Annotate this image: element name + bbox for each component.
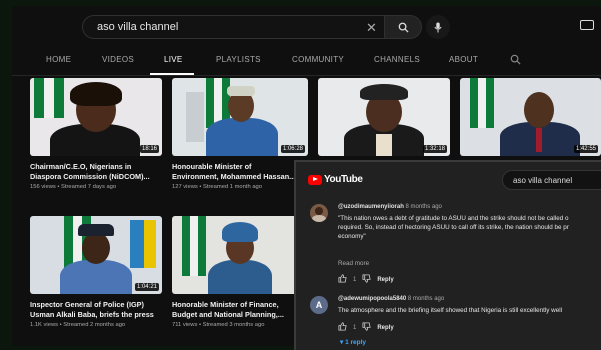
video-title[interactable]: Inspector General of Police (IGP) Usman A… — [30, 300, 154, 320]
like-count: 1 — [353, 276, 357, 283]
chevron-down-icon: ▾ — [340, 339, 344, 346]
comment-text: "This nation owes a debt of gratitude to… — [338, 215, 569, 240]
commenter-avatar[interactable] — [310, 204, 328, 222]
reply-button[interactable]: Reply — [377, 277, 393, 283]
video-meta: 127 views • Streamed 1 month ago — [172, 184, 262, 190]
video-duration: 1:04:21 — [134, 283, 159, 291]
tab-channels[interactable]: CHANNELS — [374, 55, 420, 64]
voice-search-button[interactable] — [426, 15, 450, 39]
video-title[interactable]: Honourable Minister of Environment, Moham… — [172, 162, 295, 182]
video-meta: 156 views • Streamed 7 days ago — [30, 184, 117, 190]
top-bar: aso villa channel ✕ — [12, 6, 601, 46]
dislike-button[interactable] — [362, 322, 371, 333]
tab-home[interactable]: HOME — [46, 55, 71, 64]
channel-nav: HOME VIDEOS LIVE PLAYLISTS COMMUNITY CHA… — [12, 46, 601, 76]
video-duration: 1:42:55 — [573, 145, 598, 153]
read-more-link[interactable]: Read more — [338, 260, 369, 267]
like-button[interactable] — [338, 274, 347, 285]
microphone-icon — [434, 22, 442, 32]
youtube-wordmark: YouTube — [324, 174, 363, 185]
tab-about[interactable]: ABOUT — [449, 55, 478, 64]
youtube-logo[interactable]: YouTube — [308, 174, 363, 185]
comment: A @adewumipopoola5840 8 months ago The a… — [310, 296, 600, 336]
search-button[interactable] — [384, 15, 422, 39]
comment: @uzodimaumenyiiorah 8 months ago "This n… — [310, 204, 600, 294]
video-meta: 711 views • Streamed 3 months ago — [172, 322, 265, 328]
video-title[interactable]: Honorable Minister of Finance, Budget and… — [172, 300, 284, 320]
reply-button[interactable]: Reply — [377, 325, 393, 331]
youtube-comments-overlay: YouTube aso villa channel @uzodimaumenyi… — [294, 160, 601, 350]
channel-search-icon[interactable] — [510, 54, 521, 65]
like-count: 1 — [353, 324, 357, 331]
video-duration: 18:16 — [139, 145, 159, 153]
video-thumbnail[interactable]: 1:04:21 — [30, 216, 162, 294]
video-meta: 1.1K views • Streamed 2 months ago — [30, 322, 126, 328]
create-video-icon[interactable] — [580, 20, 594, 30]
comment-actions: 1 Reply — [338, 274, 394, 285]
thumbs-up-icon — [338, 274, 347, 283]
video-thumbnail[interactable]: 1:06:28 — [172, 78, 308, 156]
tab-community[interactable]: COMMUNITY — [292, 55, 344, 64]
comment-author[interactable]: @adewumipopoola5840 8 months ago — [338, 296, 444, 302]
clear-search-icon[interactable]: ✕ — [366, 20, 377, 36]
video-title[interactable]: Chairman/C.E.O, Nigerians in Diaspora Com… — [30, 162, 150, 182]
thumbs-up-icon — [338, 322, 347, 331]
video-thumbnail[interactable]: 1:42:55 — [460, 78, 601, 156]
comment-text: The atmosphere and the briefing itself s… — [338, 307, 563, 314]
comment-author[interactable]: @uzodimaumenyiiorah 8 months ago — [338, 204, 442, 210]
video-thumbnail[interactable]: 18:16 — [30, 78, 162, 156]
video-thumbnail[interactable]: 1:32:18 — [318, 78, 450, 156]
tab-videos[interactable]: VIDEOS — [102, 55, 134, 64]
youtube-play-icon — [308, 174, 322, 185]
active-tab-indicator — [150, 73, 194, 75]
view-replies-button[interactable]: ▾ 1 reply — [340, 338, 366, 346]
like-button[interactable] — [338, 322, 347, 333]
thumbs-down-icon — [362, 274, 371, 283]
dislike-button[interactable] — [362, 274, 371, 285]
video-duration: 1:06:28 — [280, 145, 305, 153]
video-duration: 1:32:18 — [422, 145, 447, 153]
commenter-avatar[interactable]: A — [310, 296, 328, 314]
tab-live[interactable]: LIVE — [164, 55, 183, 64]
thumbs-down-icon — [362, 322, 371, 331]
overlay-search-input[interactable]: aso villa channel — [502, 170, 601, 190]
search-input[interactable]: aso villa channel — [82, 15, 404, 39]
tab-playlists[interactable]: PLAYLISTS — [216, 55, 261, 64]
video-thumbnail[interactable] — [172, 216, 302, 294]
search-icon — [398, 22, 409, 33]
comment-actions: 1 Reply — [338, 322, 394, 333]
